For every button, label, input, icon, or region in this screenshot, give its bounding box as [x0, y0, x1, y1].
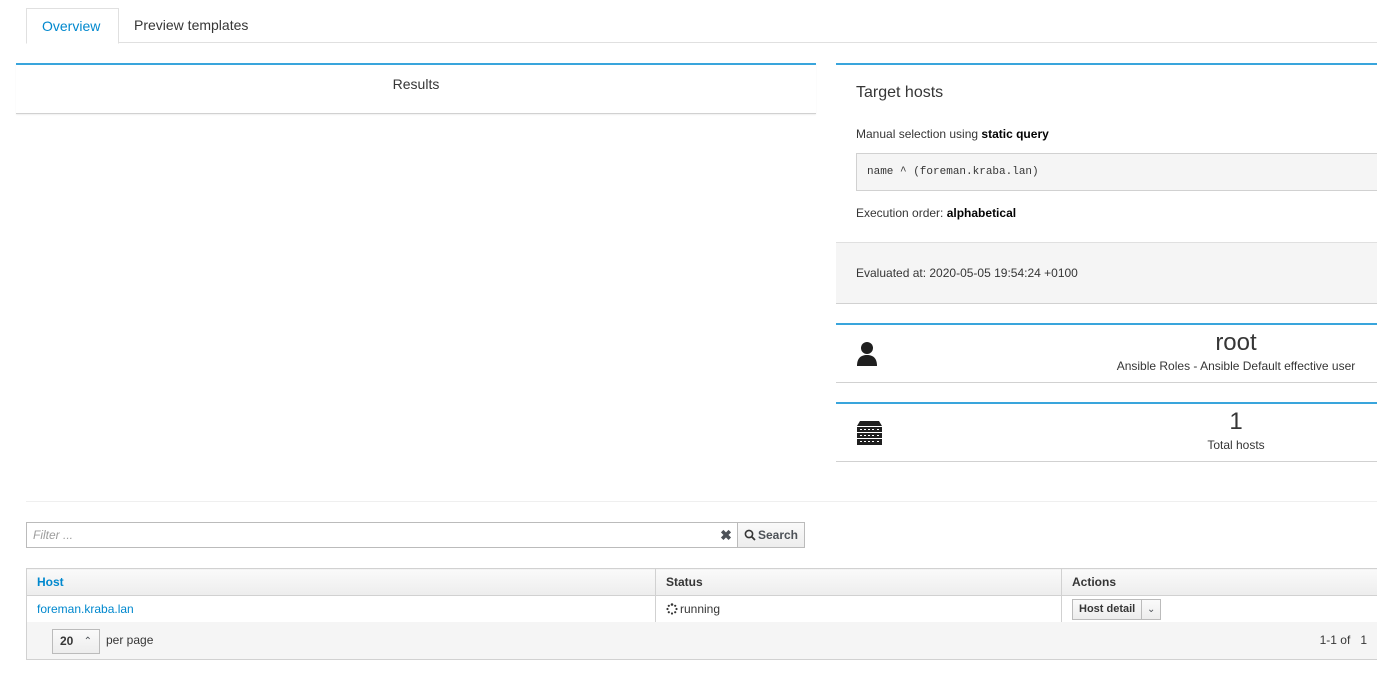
- host-actions: Host detail ⌄: [1072, 598, 1162, 620]
- chevron-down-icon[interactable]: ⌄: [1142, 598, 1162, 620]
- target-hosts-title: Target hosts: [856, 84, 944, 101]
- clear-icon[interactable]: ✖: [719, 527, 733, 543]
- per-page-label: per page: [106, 633, 154, 647]
- host-link[interactable]: foreman.kraba.lan: [37, 602, 134, 616]
- query-type: static query: [981, 127, 1049, 141]
- effective-user-value: root: [1215, 329, 1257, 356]
- per-page-value: 20: [60, 634, 74, 648]
- tab-preview-templates[interactable]: Preview templates: [119, 8, 263, 43]
- total-hosts-value: 1: [1229, 408, 1243, 435]
- results-card: Results: [16, 63, 816, 114]
- status-text: running: [680, 602, 721, 616]
- filter-input[interactable]: [27, 523, 707, 547]
- column-actions: Actions: [1061, 568, 1377, 596]
- table-row: foreman.kraba.lan running Host detail ⌄: [26, 595, 1377, 623]
- per-page-select[interactable]: 20 ⌃: [52, 629, 100, 654]
- evaluated-at: Evaluated at: 2020-05-05 19:54:24 +0100: [836, 242, 1377, 304]
- column-host[interactable]: Host: [26, 568, 656, 596]
- pagination-bar: 20 ⌃ per page 1-1 of 1: [26, 622, 1377, 660]
- target-hosts-card: Target hosts Manual selection using stat…: [836, 63, 1377, 304]
- tab-bar: Overview Preview templates: [26, 8, 1377, 44]
- pagination-range: 1-1 of 1: [1319, 633, 1367, 647]
- execution-order-value: alphabetical: [946, 206, 1017, 220]
- effective-user-label: Ansible Roles - Ansible Default effectiv…: [1116, 359, 1356, 373]
- server-stack-icon: [856, 420, 882, 448]
- search-button[interactable]: Search: [737, 522, 805, 548]
- results-title: Results: [392, 76, 440, 92]
- search-icon: [744, 529, 756, 541]
- search-button-label: Search: [757, 528, 799, 542]
- column-status: Status: [655, 568, 1062, 596]
- total-hosts-card: 1 Total hosts: [836, 402, 1377, 462]
- host-cell: foreman.kraba.lan: [26, 595, 656, 623]
- user-icon: [856, 341, 882, 369]
- manual-selection-prefix: Manual selection using: [856, 127, 982, 141]
- filter-box: ✖: [26, 522, 738, 548]
- hosts-table: Host Status Actions foreman.kraba.lan ru…: [26, 568, 1377, 623]
- manual-selection-line: Manual selection using static query: [856, 127, 1049, 141]
- execution-order-prefix: Execution order:: [856, 206, 947, 220]
- table-header-row: Host Status Actions: [26, 568, 1377, 596]
- section-divider: [26, 501, 1377, 502]
- search-query-box: name ^ (foreman.kraba.lan): [856, 153, 1377, 191]
- actions-cell: Host detail ⌄: [1061, 595, 1377, 623]
- status-cell: running: [655, 595, 1062, 623]
- tab-overview[interactable]: Overview: [26, 8, 119, 44]
- effective-user-card: root Ansible Roles - Ansible Default eff…: [836, 323, 1377, 383]
- chevron-up-icon: ⌃: [83, 636, 92, 647]
- spinner-icon: [666, 603, 678, 615]
- total-hosts-label: Total hosts: [1207, 438, 1265, 452]
- execution-order-line: Execution order: alphabetical: [856, 206, 1016, 220]
- host-detail-button[interactable]: Host detail: [1072, 598, 1143, 620]
